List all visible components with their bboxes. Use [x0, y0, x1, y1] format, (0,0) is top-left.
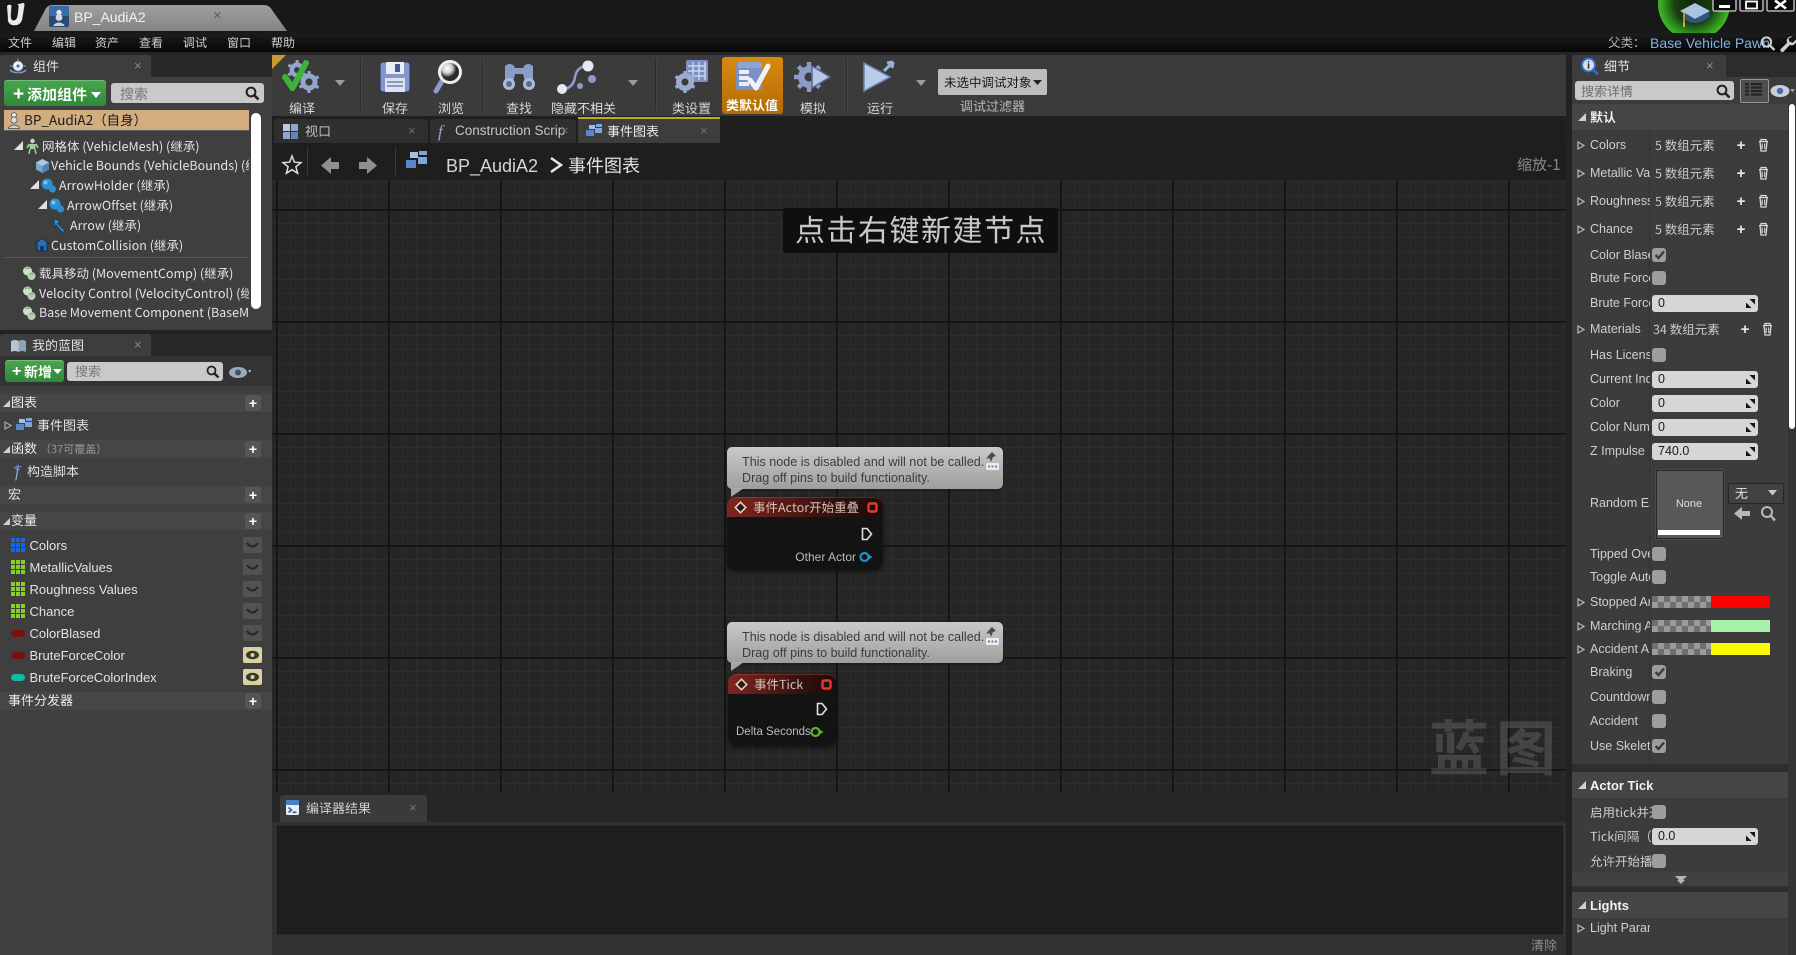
svg-text:i: i — [1587, 61, 1590, 72]
